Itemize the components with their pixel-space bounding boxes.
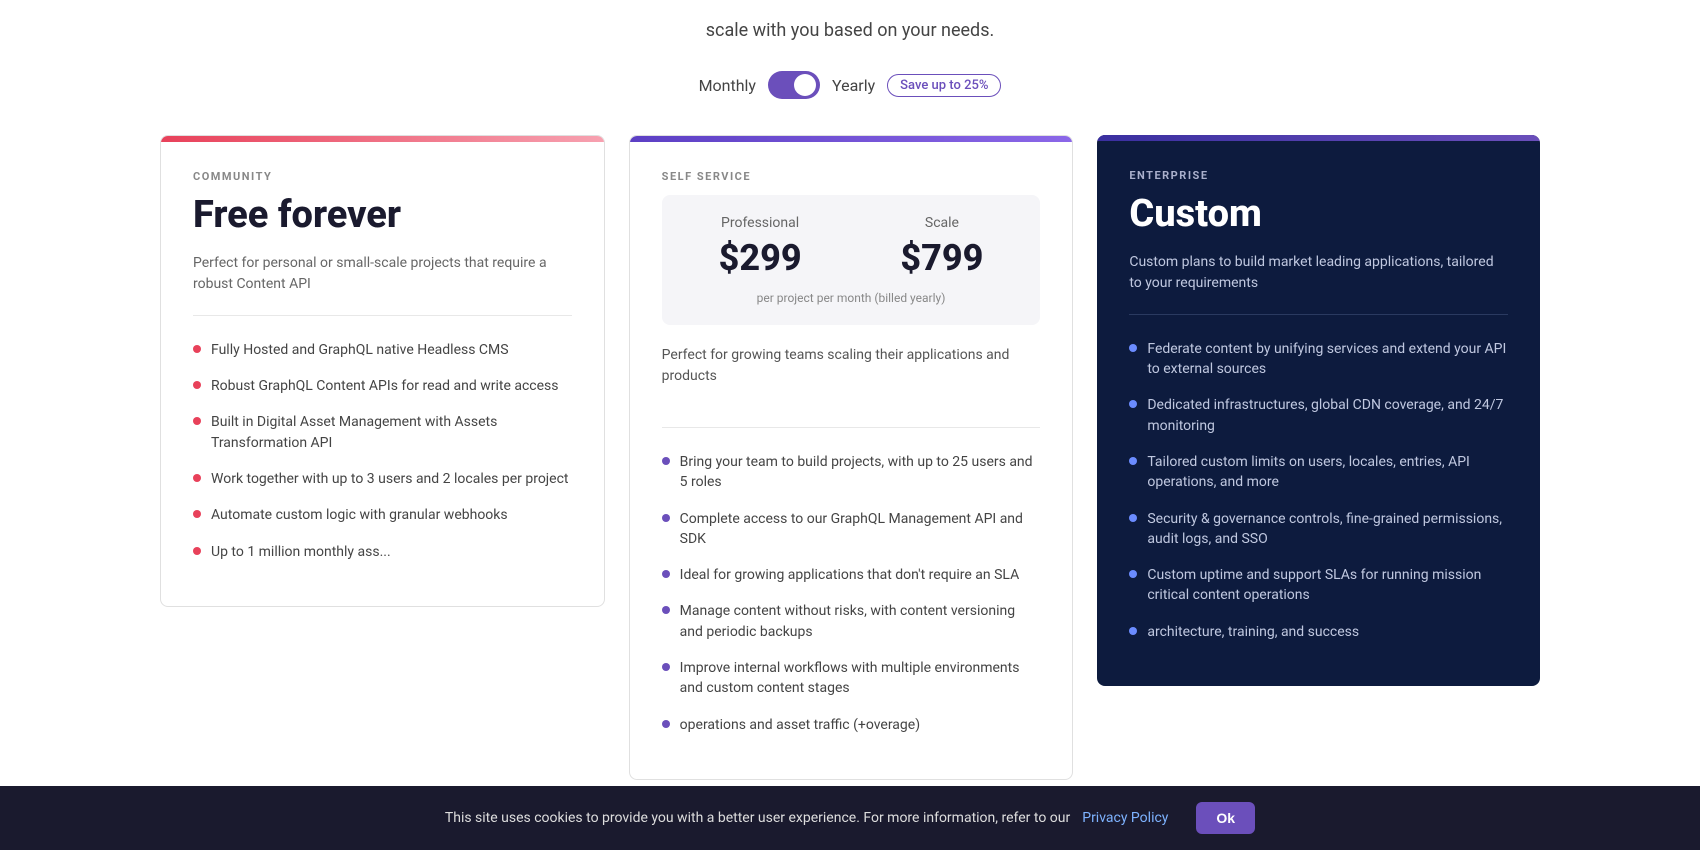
bullet-icon [1129,400,1137,408]
enterprise-card: ENTERPRISE Custom Custom plans to build … [1097,135,1540,686]
professional-label: Professional [682,215,839,231]
cookie-banner: This site uses cookies to provide you wi… [0,786,1700,850]
bullet-icon [193,510,201,518]
bullet-icon [1129,570,1137,578]
community-description: Perfect for personal or small-scale proj… [193,253,572,295]
page-subtitle: scale with you based on your needs. [0,0,1700,71]
self-service-card: SELF SERVICE Professional $299 Scale $79… [629,135,1074,780]
professional-price: $299 [682,237,839,279]
list-item: Complete access to our GraphQL Managemen… [662,509,1041,550]
bullet-icon [193,417,201,425]
list-item: Ideal for growing applications that don'… [662,565,1041,585]
enterprise-price-title: Custom [1129,194,1508,236]
list-item: Fully Hosted and GraphQL native Headless… [193,340,572,360]
self-service-card-header: SELF SERVICE Professional $299 Scale $79… [630,142,1073,427]
enterprise-card-header: ENTERPRISE Custom Custom plans to build … [1097,141,1540,314]
toggle-knob [794,74,816,96]
bullet-icon [1129,457,1137,465]
enterprise-tier-label: ENTERPRISE [1129,169,1508,182]
bullet-icon [193,474,201,482]
list-item: operations and asset traffic (+overage) [662,715,1041,735]
scale-label: Scale [864,215,1021,231]
self-service-features: Bring your team to build projects, with … [630,428,1073,779]
list-item: Security & governance controls, fine-gra… [1129,509,1508,550]
price-per-note: per project per month (billed yearly) [682,291,1021,305]
subtitle-text: scale with you based on your needs. [706,20,994,41]
list-item: Improve internal workflows with multiple… [662,658,1041,699]
price-box-row: Professional $299 Scale $799 [682,215,1021,279]
list-item: Bring your team to build projects, with … [662,452,1041,493]
page-wrapper: scale with you based on your needs. Mont… [0,0,1700,850]
scale-price-col: Scale $799 [864,215,1021,279]
bullet-icon [193,547,201,555]
monthly-label: Monthly [699,76,756,95]
bullet-icon [1129,627,1137,635]
self-service-tier-label: SELF SERVICE [662,170,1041,183]
list-item: Dedicated infrastructures, global CDN co… [1129,395,1508,436]
save-badge: Save up to 25% [887,74,1001,97]
community-features: Fully Hosted and GraphQL native Headless… [161,316,604,606]
list-item: Built in Digital Asset Management with A… [193,412,572,453]
bullet-icon [1129,344,1137,352]
yearly-label: Yearly [832,76,875,95]
list-item: Up to 1 million monthly ass... [193,542,572,562]
list-item: Automate custom logic with granular webh… [193,505,572,525]
bullet-icon [662,663,670,671]
list-item: Manage content without risks, with conte… [662,601,1041,642]
community-tier-label: COMMUNITY [193,170,572,183]
bullet-icon [662,514,670,522]
self-service-description: Perfect for growing teams scaling their … [662,345,1041,407]
community-card-header: COMMUNITY Free forever Perfect for perso… [161,142,604,315]
privacy-policy-link[interactable]: Privacy Policy [1082,810,1168,826]
enterprise-features: Federate content by unifying services an… [1097,315,1540,686]
community-price-title: Free forever [193,195,572,237]
list-item: Federate content by unifying services an… [1129,339,1508,380]
list-item: Robust GraphQL Content APIs for read and… [193,376,572,396]
bullet-icon [193,345,201,353]
bullet-icon [193,381,201,389]
pricing-cards-container: COMMUNITY Free forever Perfect for perso… [0,135,1700,780]
cookie-text: This site uses cookies to provide you wi… [445,810,1070,826]
bullet-icon [662,606,670,614]
billing-toggle-bar: Monthly Yearly Save up to 25% [0,71,1700,135]
bullet-icon [662,570,670,578]
enterprise-description: Custom plans to build market leading app… [1129,252,1508,294]
list-item: Work together with up to 3 users and 2 l… [193,469,572,489]
bullet-icon [1129,514,1137,522]
professional-price-col: Professional $299 [682,215,839,279]
bullet-icon [662,457,670,465]
cookie-ok-button[interactable]: Ok [1196,802,1255,834]
list-item: architecture, training, and success [1129,622,1508,642]
scale-price: $799 [864,237,1021,279]
self-service-price-box: Professional $299 Scale $799 per project… [662,195,1041,325]
bullet-icon [662,720,670,728]
list-item: Custom uptime and support SLAs for runni… [1129,565,1508,606]
list-item: Tailored custom limits on users, locales… [1129,452,1508,493]
community-card: COMMUNITY Free forever Perfect for perso… [160,135,605,607]
billing-toggle-switch[interactable] [768,71,820,99]
